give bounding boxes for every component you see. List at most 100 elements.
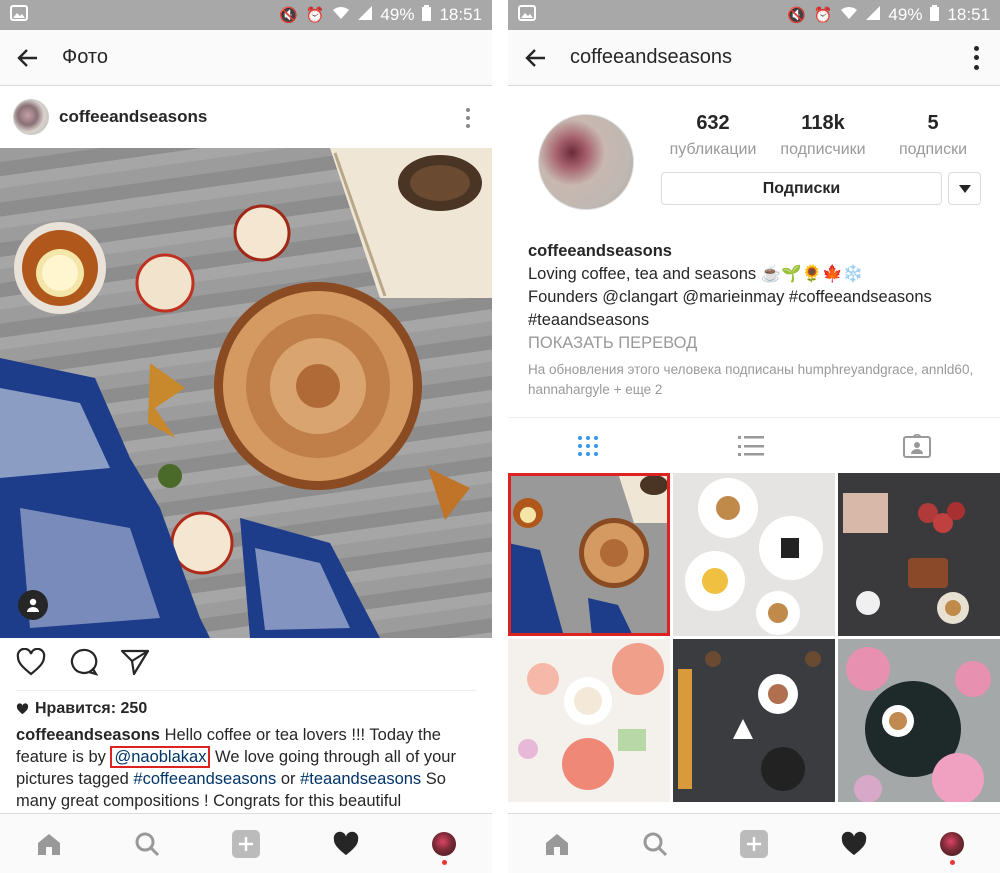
comment-icon[interactable] [68,648,98,676]
bio-line: #teaandseasons [528,311,650,329]
profile-username-title: coffeeandseasons [570,46,732,68]
grid-photo-image [508,473,670,636]
stat-value: 632 [696,112,730,134]
activity-heart-icon[interactable] [332,831,360,857]
list-view-icon[interactable] [737,435,764,457]
wifi-icon [332,6,350,24]
post-caption: coffeeandseasons Hello coffee or tea lov… [16,724,462,812]
back-button[interactable] [0,30,56,86]
profile-stats: 632 публикации 118k подписчики 5 подписк… [658,112,988,159]
mute-icon: 🔇 [279,7,298,24]
likes-label: Нравится: 250 [35,700,148,717]
share-icon[interactable] [120,648,150,676]
grid-photo-image [838,473,1000,636]
show-translation-link[interactable]: ПОКАЗАТЬ ПЕРЕВОД [528,332,984,355]
app-bar: coffeeandseasons [508,30,1000,86]
suggestions-dropdown-button[interactable] [948,172,981,205]
profile-avatar[interactable] [538,114,634,210]
gallery-icon [10,5,28,25]
stat-label: публикации [669,141,757,158]
stat-posts[interactable]: 632 публикации [658,112,768,159]
more-options-icon[interactable] [966,44,986,72]
arrow-left-icon [525,48,545,67]
photo-grid [508,473,1000,802]
caption-username[interactable]: coffeeandseasons [16,726,160,744]
grid-photo-image [673,473,835,636]
search-icon[interactable] [642,831,668,857]
home-icon[interactable] [36,832,62,856]
profile-tabs [508,417,1000,473]
wifi-icon [840,6,858,24]
caption-hashtag[interactable]: #coffeeandseasons [133,770,276,788]
stat-followers[interactable]: 118k подписчики [768,112,878,159]
mute-icon: 🔇 [787,7,806,24]
clock: 18:51 [439,5,482,24]
alarm-icon: ⏰ [813,7,833,24]
battery-percent: 49% [380,5,415,24]
grid-photo[interactable] [838,639,1000,802]
bio-line: Founders @clangart @marieinmay #coffeean… [528,288,932,306]
status-bar: 🔇 ⏰ 49% 18:51 [0,0,492,30]
notification-dot [442,859,447,865]
post-photo-image [0,148,492,638]
grid-photo[interactable] [838,473,1000,636]
bottom-nav [508,813,1000,873]
add-post-icon[interactable] [740,829,768,858]
grid-photo[interactable] [673,473,835,636]
avatar[interactable] [13,99,49,135]
back-button[interactable] [508,30,564,86]
grid-photo[interactable] [673,639,835,802]
search-icon[interactable] [134,831,160,857]
grid-photo[interactable] [508,639,670,802]
divider [16,690,476,691]
bottom-nav [0,813,492,873]
grid-view-icon[interactable] [577,435,599,457]
post-photo[interactable] [0,148,492,638]
status-bar: 🔇 ⏰ 49% 18:51 [508,0,1000,30]
post-username[interactable]: coffeeandseasons [59,107,207,127]
battery-percent: 49% [888,5,923,24]
grid-photo-selected[interactable] [508,473,670,636]
following-button[interactable]: Подписки [661,172,942,205]
post-header: coffeeandseasons [0,86,492,148]
followed-by-text[interactable]: На обновления этого человека подписаны h… [528,360,980,400]
caption-text: or [276,770,301,788]
heart-outline-icon[interactable] [16,648,46,676]
profile-avatar-tab[interactable] [940,831,964,865]
gallery-icon [518,5,536,25]
battery-icon [422,4,432,26]
clock: 18:51 [947,5,990,24]
add-post-icon[interactable] [232,829,260,858]
arrow-left-icon [17,48,37,67]
page-title: Фото [62,46,108,68]
stat-value: 5 [927,112,939,134]
profile-avatar-tab[interactable] [432,831,456,865]
grid-photo-image [838,639,1000,802]
stat-value: 118k [801,112,845,134]
caption-hashtag[interactable]: #teaandseasons [300,770,421,788]
notification-dot [950,859,955,865]
bio-line: Loving coffee, tea and seasons ☕🌱🌻🍁❄️ [528,265,864,283]
activity-heart-icon[interactable] [840,831,868,857]
home-icon[interactable] [544,832,570,856]
bio-name: coffeeandseasons [528,242,672,260]
profile-screen: 🔇 ⏰ 49% 18:51 coffeeandseasons 632 публи… [508,0,1000,873]
grid-photo-image [508,639,670,802]
heart-filled-icon [16,703,29,715]
post-actions [16,648,150,676]
app-bar: Фото [0,30,492,86]
grid-photo-image [673,639,835,802]
screen-gap [492,0,508,873]
tagged-people-button[interactable] [18,590,48,620]
profile-bio: coffeeandseasons Loving coffee, tea and … [528,240,984,355]
caption-mention[interactable]: @naoblakax [110,746,211,768]
tagged-photos-icon[interactable] [902,433,931,458]
alarm-icon: ⏰ [305,7,325,24]
more-options-icon[interactable] [466,108,472,128]
caret-down-icon [958,184,971,193]
post-screen: 🔇 ⏰ 49% 18:51 Фото coffeeandseasons Нрав… [0,0,492,873]
stat-following[interactable]: 5 подписки [878,112,988,159]
signal-icon [358,6,373,24]
likes-count[interactable]: Нравится: 250 [16,700,147,718]
stat-label: подписки [898,141,968,158]
